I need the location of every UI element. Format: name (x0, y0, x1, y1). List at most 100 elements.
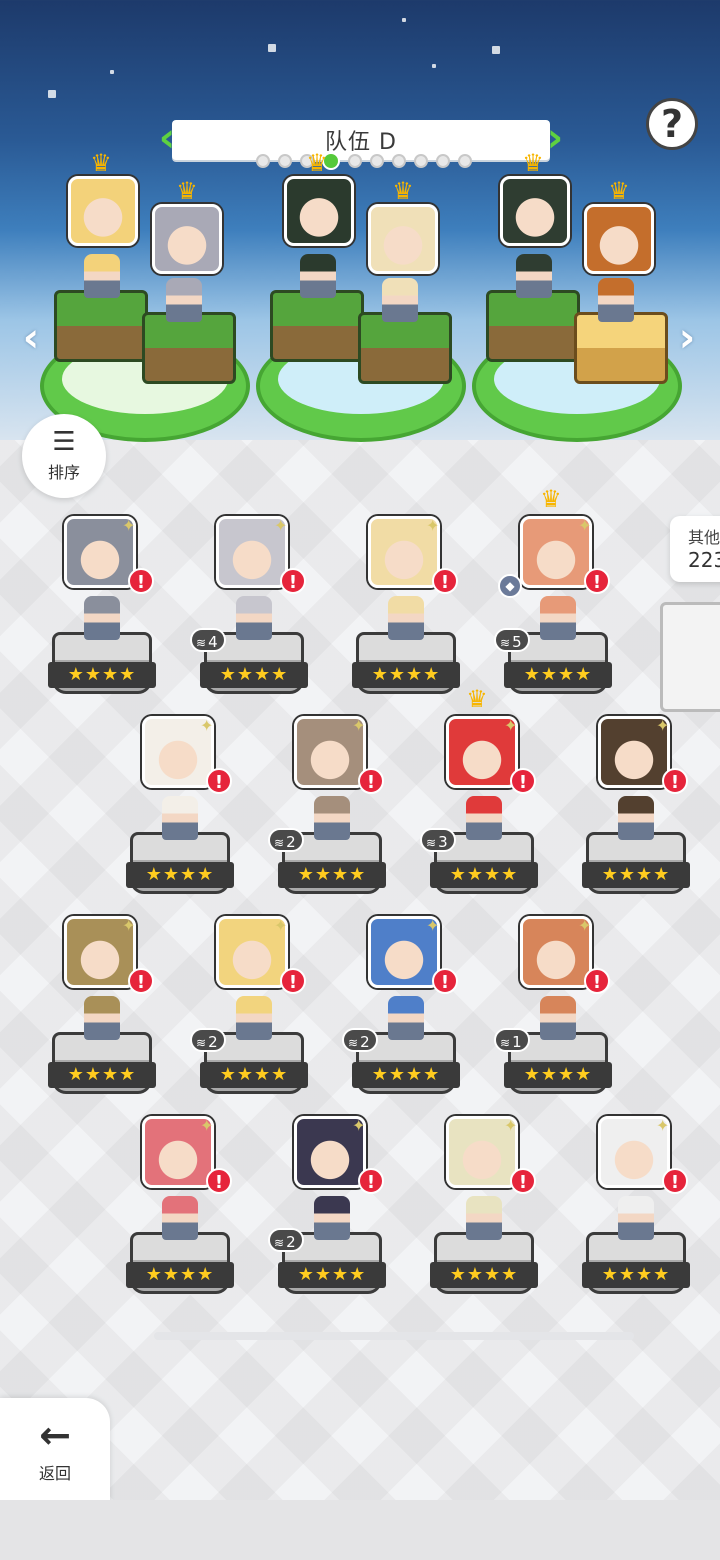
chibi-sprite (618, 796, 654, 840)
sparkle-icon: ✦ (352, 716, 366, 735)
alert-icon: ! (584, 968, 610, 994)
crown-icon: ♛ (466, 685, 488, 713)
layers-icon: ≋ (274, 1236, 285, 1250)
horizontal-scrollbar[interactable] (154, 1332, 634, 1340)
party-member-portrait[interactable] (284, 176, 354, 246)
party-slot-1[interactable]: ♛ ♛ (40, 150, 250, 450)
duplicate-count: 2 (360, 1033, 370, 1051)
party-member-portrait[interactable] (584, 204, 654, 274)
back-label: 返回 (38, 1464, 71, 1483)
hero-card[interactable]: ✦! ★★★★ ≋ 2 (268, 1116, 388, 1316)
side-pedestal (660, 602, 720, 712)
sparkle-icon: ✦ (122, 916, 136, 935)
chibi-sprite (162, 1196, 198, 1240)
star-rating: ★★★★ (200, 1062, 308, 1088)
duplicate-count: 2 (208, 1033, 218, 1051)
hero-card[interactable]: ✦! ★★★★ (48, 916, 158, 1116)
chibi-sprite (236, 996, 272, 1040)
back-button[interactable]: ← 返回 (0, 1398, 110, 1502)
grass-block (142, 312, 236, 384)
star-rating: ★★★★ (352, 1062, 460, 1088)
hero-card[interactable]: ✦! ♛ ◆ ★★★★ ≋ 5 (494, 487, 614, 716)
sort-descending-icon: ☰ (52, 427, 76, 457)
layers-icon: ≋ (426, 836, 437, 850)
crown-icon: ♛ (90, 149, 112, 177)
chibi-sprite (236, 596, 272, 640)
crown-icon: ♛ (176, 177, 198, 205)
help-button[interactable]: ? (646, 98, 698, 150)
alert-icon: ! (128, 568, 154, 594)
others-count: 223 (688, 548, 720, 572)
hero-card[interactable]: ✦! ★★★★ (582, 1116, 692, 1316)
chibi-sprite (516, 254, 552, 298)
star-rating: ★★★★ (126, 1262, 234, 1288)
party-member-portrait[interactable] (500, 176, 570, 246)
duplicate-count: 2 (286, 1233, 296, 1251)
hero-card[interactable]: ✦! ★★★★ ≋ 2 (342, 916, 462, 1116)
party-slot-2[interactable]: ♛ ♛ (256, 150, 466, 450)
party-member-portrait[interactable] (68, 176, 138, 246)
hero-card[interactable]: ✦! ★★★★ (430, 1116, 540, 1316)
chibi-sprite (166, 278, 202, 322)
grass-block (358, 312, 452, 384)
hero-card[interactable]: ✦! ★★★★ (352, 516, 462, 716)
hero-card[interactable]: ✦! ★★★★ (126, 716, 236, 916)
chibi-sprite (84, 996, 120, 1040)
chibi-sprite (382, 278, 418, 322)
chibi-sprite (388, 596, 424, 640)
chibi-sprite (314, 796, 350, 840)
rank-badge-icon: ◆ (498, 574, 522, 598)
alert-icon: ! (510, 768, 536, 794)
chibi-sprite (598, 278, 634, 322)
party-member-portrait[interactable] (368, 204, 438, 274)
alert-icon: ! (128, 968, 154, 994)
sort-button[interactable]: ☰ 排序 (22, 414, 106, 498)
chibi-sprite (162, 796, 198, 840)
alert-icon: ! (584, 568, 610, 594)
sand-block (574, 312, 668, 384)
duplicate-count-badge: ≋ 1 (494, 1028, 530, 1052)
star-rating: ★★★★ (126, 862, 234, 888)
hero-card[interactable]: ✦! ★★★★ (48, 516, 158, 716)
sparkle-icon: ✦ (578, 516, 592, 535)
alert-icon: ! (358, 1168, 384, 1194)
alert-icon: ! (432, 968, 458, 994)
hero-card[interactable]: ✦! ♛ ★★★★ ≋ 3 (420, 687, 540, 916)
hero-card[interactable]: ✦! ★★★★ (126, 1116, 236, 1316)
sparkle-icon: ✦ (426, 916, 440, 935)
layers-icon: ≋ (500, 636, 511, 650)
star-rating: ★★★★ (48, 662, 156, 688)
star-rating: ★★★★ (200, 662, 308, 688)
alert-icon: ! (206, 1168, 232, 1194)
hero-card[interactable]: ✦! ★★★★ ≋ 2 (190, 916, 310, 1116)
grass-block (486, 290, 580, 362)
sparkle-icon: ✦ (578, 916, 592, 935)
alert-icon: ! (206, 768, 232, 794)
sparkle-icon: ✦ (122, 516, 136, 535)
hero-card[interactable]: ✦! ★★★★ ≋ 2 (268, 716, 388, 916)
alert-icon: ! (358, 768, 384, 794)
layers-icon: ≋ (348, 1036, 359, 1050)
others-count-tab[interactable]: 其他 223 (670, 516, 720, 582)
duplicate-count: 4 (208, 633, 218, 651)
alert-icon: ! (510, 1168, 536, 1194)
duplicate-count-badge: ≋ 2 (268, 828, 304, 852)
layers-icon: ≋ (196, 1036, 207, 1050)
star-rating: ★★★★ (278, 862, 386, 888)
duplicate-count: 5 (512, 633, 522, 651)
sparkle-icon: ✦ (352, 1116, 366, 1135)
chibi-sprite (84, 254, 120, 298)
alert-icon: ! (280, 568, 306, 594)
hero-card[interactable]: ✦! ★★★★ ≋ 1 (494, 916, 614, 1116)
others-label: 其他 (688, 528, 720, 547)
chibi-sprite (388, 996, 424, 1040)
party-member-portrait[interactable] (152, 204, 222, 274)
star-rating: ★★★★ (504, 1062, 612, 1088)
duplicate-count-badge: ≋ 5 (494, 628, 530, 652)
hero-card[interactable]: ✦! ★★★★ (582, 716, 692, 916)
sparkle-icon: ✦ (656, 1116, 670, 1135)
sparkle-icon: ✦ (274, 916, 288, 935)
duplicate-count-badge: ≋ 2 (342, 1028, 378, 1052)
hero-card[interactable]: ✦! ★★★★ ≋ 4 (190, 516, 310, 716)
party-slot-3[interactable]: ♛ ♛ (472, 150, 682, 450)
